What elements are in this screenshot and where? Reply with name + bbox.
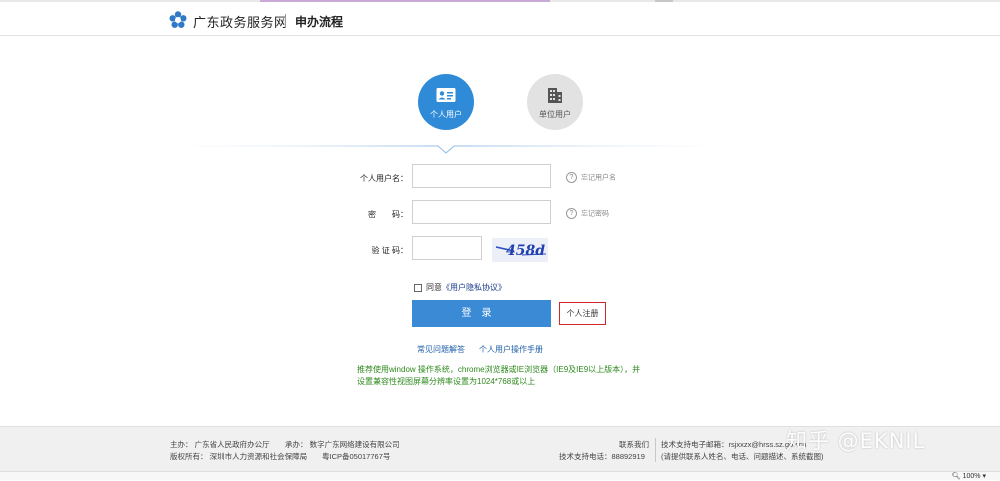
tab-company-user[interactable]: 单位用户 bbox=[527, 74, 583, 130]
zhihu-watermark: 知乎 @EKNIL bbox=[786, 429, 926, 453]
header-divider bbox=[285, 14, 286, 28]
agree-prefix: 同意 bbox=[426, 283, 442, 292]
captcha-image[interactable]: 458d bbox=[492, 238, 548, 262]
guangdong-logo-icon bbox=[169, 11, 187, 28]
browser-tip: 推荐使用window 操作系统，chrome浏览器或IE浏览器（IE9及IE9以… bbox=[357, 365, 641, 386]
forgot-username-text: 忘记用户名 bbox=[581, 174, 616, 182]
username-input[interactable] bbox=[412, 164, 551, 188]
footer-organizer: 承办： 数字广东网络建设有限公司 bbox=[285, 440, 400, 449]
agree-checkbox[interactable] bbox=[414, 283, 422, 292]
captcha-input[interactable] bbox=[412, 236, 482, 260]
site-header: 广东政务服务网 申办流程 bbox=[0, 2, 1000, 36]
footer-copyright: 版权所有： 深圳市人力资源和社会保障局 bbox=[170, 452, 308, 461]
footer-tel: 技术支持电话：88892919 bbox=[559, 452, 645, 461]
forgot-username-link[interactable]: ? 忘记用户名 bbox=[566, 172, 616, 183]
browser-status-bar: 🔍︎ 100% ▾ bbox=[0, 471, 1000, 480]
footer-icp[interactable]: 粤ICP备05017767号 bbox=[322, 451, 390, 462]
user-manual-link[interactable]: 个人用户操作手册 bbox=[479, 344, 543, 355]
tab-indicator-line bbox=[170, 145, 725, 154]
personal-register-button[interactable]: 个人注册 bbox=[559, 302, 606, 325]
id-card-icon bbox=[436, 88, 456, 102]
footer-divider bbox=[655, 438, 656, 462]
privacy-policy-link[interactable]: 《用户隐私协议》 bbox=[442, 283, 506, 292]
password-input[interactable] bbox=[412, 200, 551, 224]
help-circle-icon: ? bbox=[566, 172, 577, 183]
help-circle-icon: ? bbox=[566, 208, 577, 219]
password-label: 密 码： bbox=[368, 210, 408, 219]
tab-personal-label: 个人用户 bbox=[430, 110, 462, 119]
footer-contact-link[interactable]: 联系我们 bbox=[619, 439, 649, 450]
tab-company-label: 单位用户 bbox=[539, 110, 571, 119]
site-name[interactable]: 广东政务服务网 bbox=[193, 12, 288, 31]
tab-personal-user[interactable]: 个人用户 bbox=[418, 74, 474, 130]
forgot-password-text: 忘记密码 bbox=[581, 210, 609, 218]
captcha-label: 验 证 码： bbox=[371, 246, 408, 255]
username-label: 个人用户名： bbox=[360, 174, 408, 183]
building-icon bbox=[548, 88, 562, 103]
login-button[interactable]: 登录 bbox=[412, 300, 551, 327]
faq-link[interactable]: 常见问题解答 bbox=[417, 344, 465, 355]
zoom-value: 100% bbox=[962, 473, 981, 480]
agree-privacy[interactable]: 同意《用户隐私协议》 bbox=[414, 282, 506, 293]
page-title: 申办流程 bbox=[295, 15, 344, 29]
zoom-icon: 🔍︎ bbox=[951, 473, 963, 480]
captcha-text: 458d bbox=[506, 243, 545, 259]
footer-email: 技术支持电子邮箱：rsjxxzx@hrss.sz.gov.cn bbox=[661, 440, 807, 449]
forgot-password-link[interactable]: ? 忘记密码 bbox=[566, 208, 609, 219]
footer-sponsor: 主办： 广东省人民政府办公厅 bbox=[170, 440, 270, 449]
